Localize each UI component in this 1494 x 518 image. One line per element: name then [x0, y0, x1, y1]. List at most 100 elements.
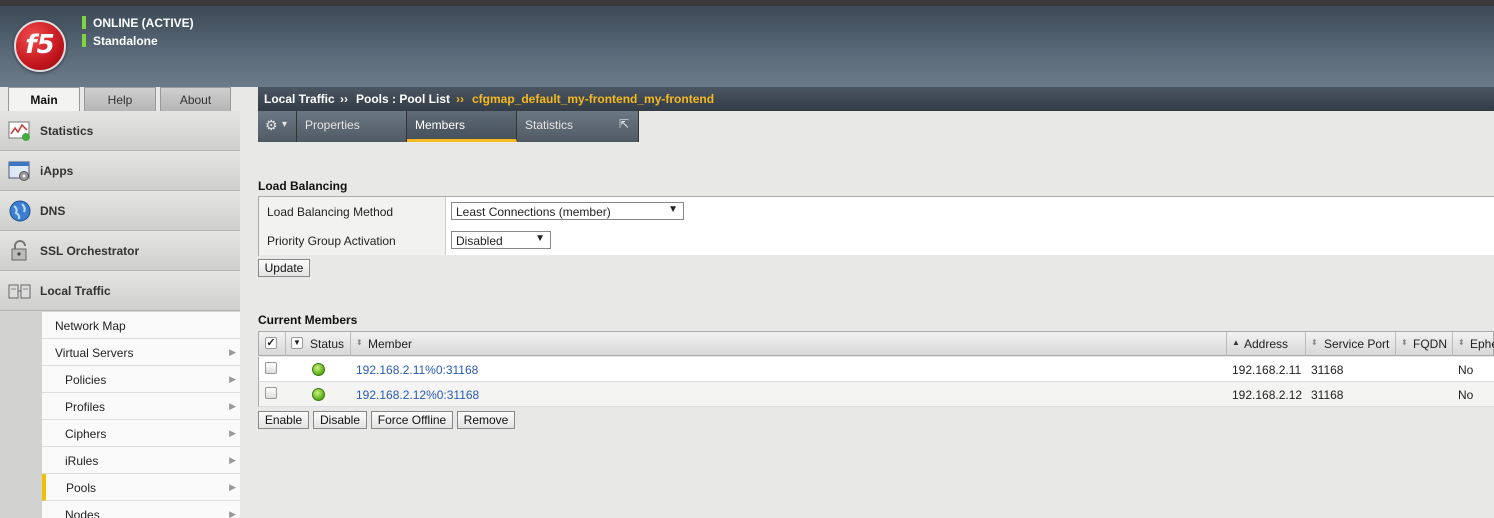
- tab-members[interactable]: Members: [407, 111, 517, 142]
- lb-method-row: Load Balancing Method Least Connections …: [259, 197, 1494, 226]
- sidebar-item-iapps[interactable]: iApps: [0, 151, 240, 191]
- members-table-header: ✓ ▼ Status ⬍ Member ▲ Address ⬍ Service …: [258, 331, 1494, 356]
- subitem-label: Pools: [66, 481, 97, 495]
- sort-icon: ⬍: [1401, 338, 1408, 347]
- tab-main[interactable]: Main: [8, 87, 80, 112]
- sidebar-item-label: SSL Orchestrator: [40, 244, 140, 258]
- member-header-label: Member: [368, 337, 413, 351]
- status-standalone: Standalone: [82, 34, 158, 48]
- tab-statistics[interactable]: Statistics ⇱: [517, 111, 639, 142]
- tab-label: Members: [415, 118, 466, 132]
- tab-about[interactable]: About: [160, 87, 231, 112]
- select-value: Disabled: [456, 234, 503, 248]
- member-ephemeral: No: [1458, 363, 1474, 377]
- sidebar-item-label: Local Traffic: [40, 284, 111, 298]
- sidebar-item-label: Statistics: [40, 124, 94, 138]
- current-members-title: Current Members: [258, 313, 358, 327]
- chevron-down-icon[interactable]: ▼: [291, 337, 303, 349]
- service-port-header-label: Service Port: [1324, 337, 1390, 351]
- status-available-icon: [312, 388, 325, 401]
- iapps-gear-icon: [8, 161, 30, 181]
- lb-key-cell: Priority Group Activation: [259, 226, 446, 255]
- row-checkbox[interactable]: [265, 387, 277, 399]
- load-balancing-table: Load Balancing Method Least Connections …: [258, 196, 1494, 256]
- chevron-right-icon: ▶: [229, 347, 236, 357]
- sidebar-item-local-traffic[interactable]: Local Traffic: [0, 271, 240, 311]
- subitem-label: Profiles: [65, 400, 106, 414]
- member-address: 192.168.2.12: [1232, 388, 1303, 402]
- statistics-chart-icon: [8, 121, 30, 141]
- fqdn-header-label: FQDN: [1413, 337, 1447, 351]
- fqdn-header[interactable]: ⬍ FQDN: [1396, 332, 1453, 356]
- sidebar-subitem-network-map[interactable]: Network Map: [42, 312, 240, 339]
- local-traffic-servers-icon: [8, 284, 31, 299]
- sidebar-subitem-virtual-servers[interactable]: Virtual Servers ▶: [42, 339, 240, 366]
- settings-menu-button[interactable]: ⚙ ▾: [258, 111, 297, 142]
- disable-button[interactable]: Disable: [313, 411, 367, 429]
- sidebar-subitem-irules[interactable]: iRules ▶: [42, 447, 240, 474]
- chevron-right-icon: ▶: [229, 455, 236, 465]
- priority-group-select[interactable]: Disabled ▼: [451, 231, 551, 249]
- dns-globe-icon: [9, 200, 31, 222]
- member-port: 31168: [1311, 388, 1344, 402]
- enable-button[interactable]: Enable: [258, 411, 309, 429]
- lb-key-cell: Load Balancing Method: [259, 197, 446, 226]
- sidebar-subitem-nodes[interactable]: Nodes ▶: [42, 501, 240, 518]
- status-header[interactable]: ▼ Status: [286, 332, 351, 356]
- address-header-label: Address: [1244, 337, 1289, 351]
- status-available-icon: [312, 363, 325, 376]
- dropdown-arrow-icon: ▼: [668, 204, 678, 215]
- tab-properties[interactable]: Properties: [297, 111, 407, 142]
- subitem-label: Nodes: [65, 508, 100, 518]
- address-header[interactable]: ▲ Address: [1227, 332, 1306, 356]
- sidebar-subitem-policies[interactable]: Policies ▶: [42, 366, 240, 393]
- lb-method-select[interactable]: Least Connections (member) ▼: [451, 202, 684, 220]
- dropdown-arrow-icon: ▼: [535, 233, 545, 244]
- sidebar-item-label: iApps: [40, 164, 74, 178]
- breadcrumb-pool-list[interactable]: Pools : Pool List: [356, 92, 450, 106]
- row-checkbox[interactable]: [265, 362, 277, 374]
- member-ephemeral: No: [1458, 388, 1474, 402]
- sidebar-subitem-pools[interactable]: Pools ▶: [42, 474, 240, 501]
- chevron-right-icon: ▶: [229, 428, 236, 438]
- tab-help[interactable]: Help: [84, 87, 156, 112]
- table-row: 192.168.2.12%0:31168 192.168.2.12 31168 …: [258, 382, 1494, 407]
- chevron-right-icon: ▶: [229, 401, 236, 411]
- ssl-lock-icon: [11, 240, 27, 261]
- update-button[interactable]: Update: [258, 259, 310, 277]
- member-header[interactable]: ⬍ Member: [351, 332, 1227, 356]
- sidebar: Statistics iApps DNS SSL Orchestrator Lo…: [0, 111, 240, 518]
- member-link[interactable]: 192.168.2.12%0:31168: [356, 388, 479, 402]
- breadcrumb: Local Traffic ›› Pools : Pool List ›› cf…: [258, 87, 1494, 111]
- sidebar-item-ssl-orchestrator[interactable]: SSL Orchestrator: [0, 231, 240, 271]
- subitem-label: Ciphers: [65, 427, 107, 441]
- subitem-label: Network Map: [55, 319, 126, 333]
- lb-val-cell: Disabled ▼: [446, 226, 1494, 255]
- sidebar-item-statistics[interactable]: Statistics: [0, 111, 240, 151]
- sidebar-item-dns[interactable]: DNS: [0, 191, 240, 231]
- force-offline-button[interactable]: Force Offline: [371, 411, 453, 429]
- sort-icon: ⬍: [1311, 338, 1318, 347]
- breadcrumb-separator: ››: [340, 92, 348, 106]
- member-link[interactable]: 192.168.2.11%0:31168: [356, 363, 478, 377]
- subitem-label: Virtual Servers: [55, 346, 134, 360]
- status-header-label: Status: [310, 337, 345, 351]
- select-all-checkbox[interactable]: ✓: [265, 337, 277, 349]
- popout-icon[interactable]: ⇱: [619, 117, 629, 131]
- priority-group-label: Priority Group Activation: [267, 234, 396, 248]
- load-balancing-title: Load Balancing: [258, 179, 348, 193]
- chevron-right-icon: ▶: [229, 482, 236, 492]
- breadcrumb-local-traffic[interactable]: Local Traffic: [264, 92, 335, 106]
- status-online: ONLINE (ACTIVE): [82, 16, 194, 30]
- lb-method-label: Load Balancing Method: [267, 205, 394, 219]
- subitem-label: iRules: [65, 454, 99, 468]
- sidebar-subitem-profiles[interactable]: Profiles ▶: [42, 393, 240, 420]
- sidebar-item-label: DNS: [40, 204, 66, 218]
- sidebar-subitem-ciphers[interactable]: Ciphers ▶: [42, 420, 240, 447]
- f5-logo[interactable]: f5: [14, 20, 66, 72]
- service-port-header[interactable]: ⬍ Service Port: [1306, 332, 1396, 356]
- ephemeral-header[interactable]: ⬍ Ephe: [1453, 332, 1494, 356]
- subitem-label: Policies: [65, 373, 107, 387]
- breadcrumb-separator: ››: [456, 92, 464, 106]
- remove-button[interactable]: Remove: [457, 411, 515, 429]
